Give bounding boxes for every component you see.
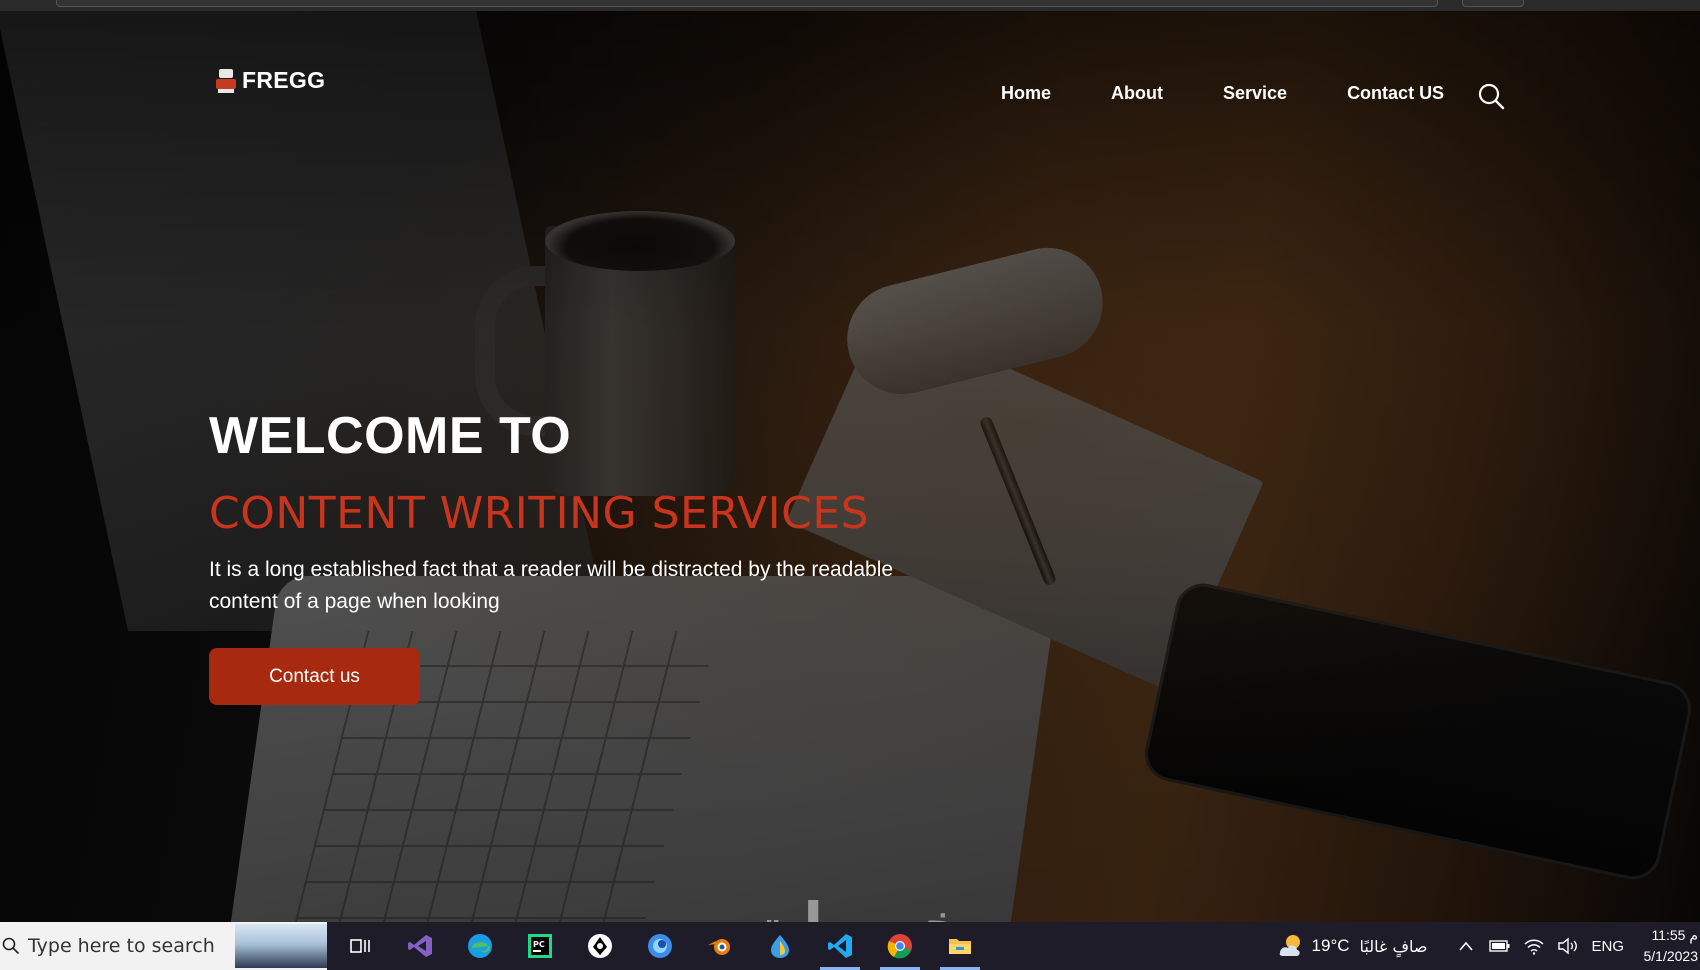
weather-icon[interactable] [1276, 933, 1304, 959]
clock-date: 5/1/2023 [1643, 948, 1699, 964]
task-view-icon [350, 939, 370, 953]
nav-link-contact[interactable]: Contact US [1347, 83, 1444, 104]
taskbar-pycharm[interactable]: PC [510, 922, 570, 970]
windows-taskbar: Type here to search PC 19°C صافٍ غالبًا … [0, 922, 1700, 970]
tray-battery[interactable] [1489, 935, 1511, 957]
search-icon[interactable] [1477, 82, 1505, 110]
taskbar-chrome[interactable] [870, 922, 930, 970]
input-language[interactable]: ENG [1591, 938, 1624, 955]
chevron-up-icon [1459, 941, 1474, 951]
taskbar-app[interactable] [750, 922, 810, 970]
taskbar-blender[interactable] [690, 922, 750, 970]
chrome-icon [887, 934, 912, 959]
vscode-icon [828, 934, 852, 958]
taskbar-edge[interactable] [450, 922, 510, 970]
tray-wifi[interactable] [1523, 935, 1545, 957]
pycharm-icon: PC [528, 934, 552, 958]
search-highlight-image [235, 924, 327, 968]
visual-studio-icon [408, 935, 432, 957]
inkscape-icon [588, 934, 612, 958]
edge-icon [468, 934, 492, 958]
taskbar-visual-studio[interactable] [390, 922, 450, 970]
hero-subheadline: CONTENT WRITING SERVICES [209, 488, 870, 539]
battery-icon [1489, 940, 1510, 952]
window-control[interactable] [56, 0, 1438, 7]
svg-text:PC: PC [533, 940, 545, 949]
taskbar-task-view[interactable] [330, 922, 390, 970]
nav-link-service[interactable]: Service [1223, 83, 1287, 104]
tray-volume[interactable] [1557, 935, 1579, 957]
taskbar-vscode[interactable] [810, 922, 870, 970]
window-control[interactable] [1462, 0, 1524, 7]
taskbar-apps: PC [330, 922, 990, 970]
taskbar-file-explorer[interactable] [930, 922, 990, 970]
hero-headline: WELCOME TO [209, 407, 572, 465]
site-header: FREGG Home About Service Contact US [0, 11, 1700, 121]
contact-us-button[interactable]: Contact us [209, 648, 420, 705]
blender-icon [708, 939, 730, 955]
firefox-dev-icon [648, 934, 672, 958]
site-logo[interactable]: FREGG [216, 67, 325, 94]
hero-lead-text: It is a long established fact that a rea… [209, 558, 894, 613]
search-icon [2, 937, 20, 955]
main-nav: Home About Service Contact US [1001, 83, 1444, 104]
taskbar-search-placeholder: Type here to search [28, 935, 215, 957]
window-top-strip [0, 0, 1700, 11]
show-hidden-icons[interactable] [1455, 935, 1477, 957]
taskbar-search-box[interactable]: Type here to search [0, 922, 327, 970]
taskbar-firefox-dev[interactable] [630, 922, 690, 970]
nav-link-home[interactable]: Home [1001, 83, 1051, 104]
system-tray: 19°C صافٍ غالبًا ENG 11:55 م 5/1/2023 [1276, 922, 1700, 970]
nav-link-about[interactable]: About [1111, 83, 1163, 104]
hero-content: WELCOME TO CONTENT WRITING SERVICES It i… [209, 410, 1009, 618]
volume-icon [1558, 937, 1578, 955]
weather-temperature: 19°C [1311, 936, 1350, 955]
clock-time: 11:55 م [1651, 927, 1698, 943]
taskbar-clock[interactable]: 11:55 م 5/1/2023 [1642, 925, 1699, 967]
brand-name: FREGG [242, 67, 326, 93]
typewriter-icon [216, 68, 236, 93]
weather-condition: صافٍ غالبًا [1359, 936, 1428, 956]
taskbar-inkscape[interactable] [570, 922, 630, 970]
file-explorer-icon [949, 939, 971, 954]
app-icon [771, 935, 789, 958]
wifi-icon [1524, 939, 1545, 955]
